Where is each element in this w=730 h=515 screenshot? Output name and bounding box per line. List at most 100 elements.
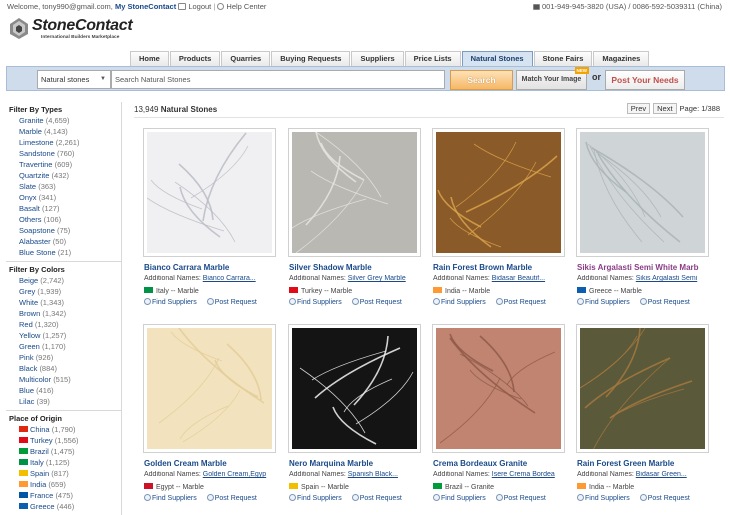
product-image[interactable] (432, 128, 565, 257)
filter-label[interactable]: Multicolor (19, 375, 51, 384)
filter-item-multicolor[interactable]: Multicolor (515) (19, 374, 121, 385)
filter-label[interactable]: Pink (19, 353, 34, 362)
product-title[interactable]: Nero Marquina Marble (289, 459, 373, 468)
filter-label[interactable]: Red (19, 320, 33, 329)
product-title[interactable]: Crema Bordeaux Granite (433, 459, 527, 468)
post-needs-button[interactable]: Post Your Needs (605, 70, 685, 90)
filter-label[interactable]: Green (19, 342, 40, 351)
filter-label[interactable]: Soapstone (19, 226, 55, 235)
help-center-link[interactable]: Help Center (226, 2, 266, 11)
additional-names-link[interactable]: Bidasar Beautif... (492, 275, 545, 282)
additional-names-link[interactable]: Bianco Carrara... (203, 275, 256, 282)
filter-item-sandstone[interactable]: Sandstone (760) (19, 148, 121, 159)
filter-label[interactable]: France (30, 491, 53, 500)
tab-stone-fairs[interactable]: Stone Fairs (533, 51, 593, 66)
filter-item-others[interactable]: Others (106) (19, 214, 121, 225)
my-account-link[interactable]: My StoneContact (115, 2, 176, 11)
find-suppliers-link[interactable]: Find Suppliers (152, 495, 197, 502)
search-button[interactable]: Search (450, 70, 513, 90)
post-request-link[interactable]: Post Request (360, 299, 402, 306)
filter-label[interactable]: Turkey (30, 436, 53, 445)
filter-item-grey[interactable]: Grey (1,939) (19, 286, 121, 297)
filter-label[interactable]: Alabaster (19, 237, 51, 246)
filter-label[interactable]: Brazil (30, 447, 49, 456)
filter-label[interactable]: Lilac (19, 397, 34, 406)
tab-buying-requests[interactable]: Buying Requests (271, 51, 351, 66)
filter-item-turkey[interactable]: Turkey (1,556) (19, 435, 121, 446)
filter-item-travertine[interactable]: Travertine (609) (19, 159, 121, 170)
filter-item-green[interactable]: Green (1,170) (19, 341, 121, 352)
post-request-link[interactable]: Post Request (360, 495, 402, 502)
tab-quarries[interactable]: Quarries (221, 51, 271, 66)
filter-item-white[interactable]: White (1,343) (19, 297, 121, 308)
filter-item-beige[interactable]: Beige (2,742) (19, 275, 121, 286)
filter-label[interactable]: Blue (19, 386, 34, 395)
filter-item-quartzite[interactable]: Quartzite (432) (19, 170, 121, 181)
product-image[interactable] (576, 324, 709, 453)
additional-names-link[interactable]: Golden Cream,Egyp (203, 471, 266, 478)
filter-label[interactable]: Basalt (19, 204, 40, 213)
filter-item-blue[interactable]: Blue (416) (19, 385, 121, 396)
filter-label[interactable]: White (19, 298, 38, 307)
find-suppliers-link[interactable]: Find Suppliers (585, 299, 630, 306)
filter-item-granite[interactable]: Granite (4,659) (19, 115, 121, 126)
product-image[interactable] (143, 324, 276, 453)
prev-button[interactable]: Prev (626, 103, 651, 114)
filter-label[interactable]: Italy (30, 458, 44, 467)
tab-magazines[interactable]: Magazines (593, 51, 650, 66)
product-title[interactable]: Sikis Argalasti Semi White Marb (577, 263, 699, 272)
product-image[interactable] (576, 128, 709, 257)
filter-label[interactable]: Sandstone (19, 149, 55, 158)
product-title[interactable]: Bianco Carrara Marble (144, 263, 229, 272)
next-button[interactable]: Next (653, 103, 677, 114)
filter-item-pink[interactable]: Pink (926) (19, 352, 121, 363)
find-suppliers-link[interactable]: Find Suppliers (297, 299, 342, 306)
filter-label[interactable]: Yellow (19, 331, 40, 340)
post-request-link[interactable]: Post Request (648, 299, 690, 306)
filter-item-soapstone[interactable]: Soapstone (75) (19, 225, 121, 236)
product-title[interactable]: Rain Forest Brown Marble (433, 263, 532, 272)
category-select[interactable]: Natural stones ▼ (37, 70, 111, 89)
find-suppliers-link[interactable]: Find Suppliers (297, 495, 342, 502)
filter-label[interactable]: Greece (30, 502, 55, 511)
filter-item-black[interactable]: Black (884) (19, 363, 121, 374)
filter-item-brazil[interactable]: Brazil (1,475) (19, 446, 121, 457)
filter-item-yellow[interactable]: Yellow (1,257) (19, 330, 121, 341)
filter-label[interactable]: Blue Stone (19, 248, 56, 257)
product-image[interactable] (143, 128, 276, 257)
filter-label[interactable]: Spain (30, 469, 49, 478)
post-request-link[interactable]: Post Request (215, 495, 257, 502)
find-suppliers-link[interactable]: Find Suppliers (585, 495, 630, 502)
tab-price-lists[interactable]: Price Lists (404, 51, 461, 66)
tab-home[interactable]: Home (130, 51, 169, 66)
filter-label[interactable]: Marble (19, 127, 42, 136)
filter-label[interactable]: Travertine (19, 160, 52, 169)
post-request-link[interactable]: Post Request (215, 299, 257, 306)
tab-natural-stones[interactable]: Natural Stones (461, 51, 533, 66)
filter-label[interactable]: Limestone (19, 138, 54, 147)
filter-item-lilac[interactable]: Lilac (39) (19, 396, 121, 407)
filter-label[interactable]: Slate (19, 182, 36, 191)
filter-label[interactable]: Onyx (19, 193, 37, 202)
filter-label[interactable]: Granite (19, 116, 44, 125)
filter-item-france[interactable]: France (475) (19, 490, 121, 501)
product-title[interactable]: Golden Cream Marble (144, 459, 227, 468)
find-suppliers-link[interactable]: Find Suppliers (441, 495, 486, 502)
post-request-link[interactable]: Post Request (504, 299, 546, 306)
filter-item-italy[interactable]: Italy (1,125) (19, 457, 121, 468)
filter-label[interactable]: Others (19, 215, 42, 224)
post-request-link[interactable]: Post Request (504, 495, 546, 502)
filter-label[interactable]: Brown (19, 309, 40, 318)
filter-item-basalt[interactable]: Basalt (127) (19, 203, 121, 214)
search-input[interactable]: Search Natural Stones (111, 70, 445, 89)
additional-names-link[interactable]: Spanish Black... (348, 471, 398, 478)
product-image[interactable] (432, 324, 565, 453)
product-image[interactable] (288, 324, 421, 453)
filter-item-alabaster[interactable]: Alabaster (50) (19, 236, 121, 247)
logout-link[interactable]: Logout (188, 2, 211, 11)
filter-item-greece[interactable]: Greece (446) (19, 501, 121, 512)
find-suppliers-link[interactable]: Find Suppliers (441, 299, 486, 306)
filter-item-red[interactable]: Red (1,320) (19, 319, 121, 330)
filter-item-brown[interactable]: Brown (1,342) (19, 308, 121, 319)
tab-suppliers[interactable]: Suppliers (351, 51, 404, 66)
